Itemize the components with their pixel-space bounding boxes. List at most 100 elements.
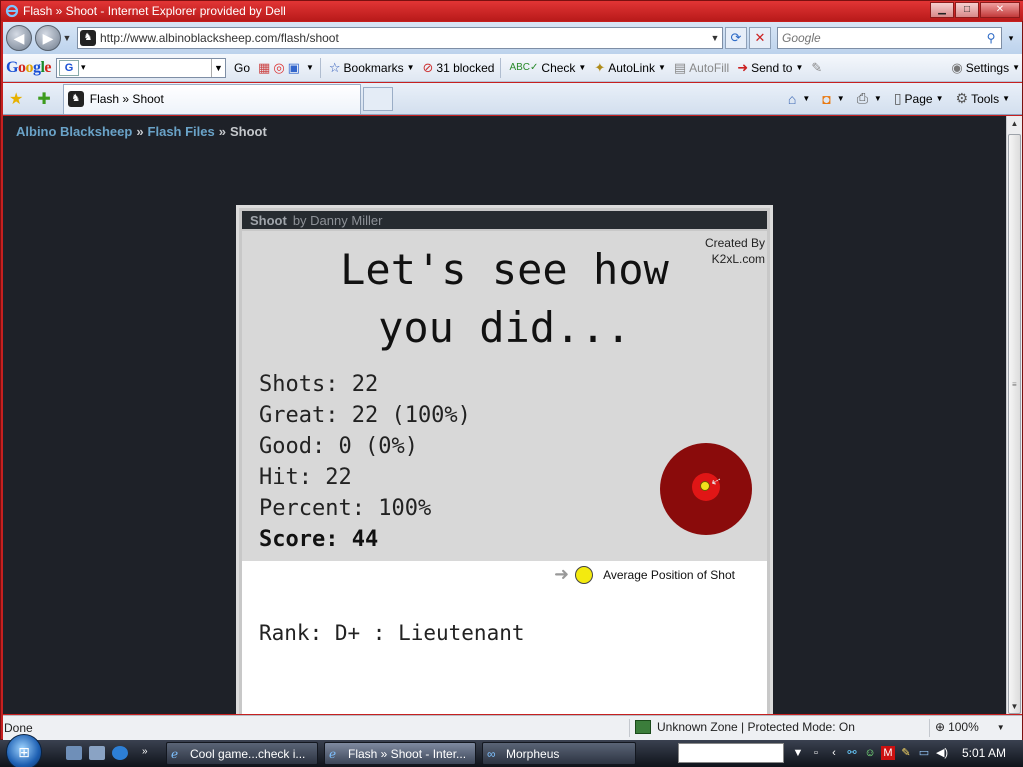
popup-blocker-button[interactable]: ⊘ 31 blocked [423, 60, 495, 76]
window-controls: ▁ □ ✕ [929, 2, 1020, 18]
ie-quicklaunch-icon[interactable] [112, 746, 128, 760]
zone-label: Unknown Zone | Protected Mode: On [657, 720, 855, 734]
show-desktop-icon[interactable] [66, 746, 82, 760]
settings-caret-icon: ▼ [1012, 63, 1020, 72]
home-caret-icon: ▼ [802, 94, 811, 103]
game-title: Shoot [250, 212, 287, 228]
ie-taskbar-icon: ℯ [171, 746, 179, 761]
stat-good: Good: 0 (0%) [259, 434, 418, 459]
search-icon[interactable]: ⚲ [981, 31, 1001, 45]
settings-button[interactable]: ◉ Settings ▼ [951, 60, 1020, 76]
scroll-up-arrow-icon[interactable]: ▲ [1007, 116, 1022, 131]
legend-label: Average Position of Shot [603, 567, 735, 582]
feeds-caret-icon: ▼ [836, 94, 845, 103]
stat-shots: Shots: 22 [259, 372, 379, 397]
minimize-button[interactable]: ▁ [930, 2, 954, 18]
search-box[interactable]: ⚲ [777, 27, 1002, 49]
address-url[interactable]: http://www.albinoblacksheep.com/flash/sh… [100, 31, 708, 45]
breadcrumb-section-link[interactable]: Flash Files [148, 124, 215, 139]
vertical-scrollbar[interactable]: ▲ ≡ ▼ [1006, 116, 1022, 714]
new-tab-button[interactable] [362, 86, 393, 111]
page-caret-icon: ▼ [935, 94, 944, 103]
page-menu[interactable]: ▯ Page ▼ [894, 90, 944, 107]
google-g-icon: G [59, 59, 80, 76]
status-text: Done [4, 721, 33, 735]
taskbar-address-input[interactable] [678, 743, 784, 763]
status-divider [929, 719, 930, 737]
security-zone[interactable]: Unknown Zone | Protected Mode: On [635, 720, 855, 734]
refresh-button[interactable]: ⟳ [725, 27, 747, 49]
add-favorites-icon[interactable]: ✚ [37, 89, 50, 109]
stop-button[interactable]: ✕ [749, 27, 771, 49]
game-author: by Danny Miller [292, 212, 383, 228]
zoom-control[interactable]: ⊕ 100% ▼ [935, 720, 1005, 734]
print-button[interactable]: ⎙ ▼ [857, 90, 882, 107]
google-options-caret-icon[interactable]: ▾ [81, 62, 86, 73]
tools-menu[interactable]: ⚙ Tools ▼ [956, 90, 1011, 107]
breadcrumb-site-link[interactable]: Albino Blacksheep [16, 124, 132, 139]
tray-mcafee-icon[interactable]: M [881, 746, 895, 760]
favorites-star-icon[interactable]: ★ [9, 89, 23, 109]
google-search-field[interactable]: G ▾ ▼ [56, 57, 227, 78]
close-button[interactable]: ✕ [980, 2, 1020, 18]
tray-monitor-icon[interactable]: ▭ [917, 746, 931, 760]
headline-line-2: you did... [378, 303, 631, 352]
home-button[interactable]: ⌂ ▼ [788, 91, 810, 107]
start-button[interactable]: ⊞ [6, 734, 42, 767]
swirl-icon: ◎ [273, 59, 285, 75]
tray-chevron-icon[interactable]: ‹ [827, 746, 841, 760]
search-input[interactable] [778, 31, 981, 45]
send-to-label: Send to [751, 60, 793, 75]
refresh-icon: ⟳ [730, 30, 742, 45]
recent-pages-dropdown[interactable]: ▼ [61, 28, 73, 48]
switch-windows-icon[interactable] [89, 746, 105, 760]
maximize-button[interactable]: □ [955, 2, 979, 18]
autolink-button[interactable]: ✦ AutoLink ▼ [594, 60, 666, 76]
taskbar-item[interactable]: ∞ Morpheus [482, 742, 636, 765]
toolbar-extra-buttons[interactable]: ▦ ◎ ▣ ▼ [258, 60, 314, 76]
back-button[interactable]: ◀ [6, 25, 32, 51]
back-arrow-icon: ◀ [13, 29, 25, 46]
tray-window-icon[interactable]: ▫ [809, 746, 823, 760]
tools-caret-icon: ▼ [1002, 94, 1010, 103]
address-bar[interactable]: ♞ http://www.albinoblacksheep.com/flash/… [77, 27, 723, 49]
google-go-button[interactable]: Go [234, 61, 250, 75]
stop-icon: ✕ [754, 30, 766, 45]
game-canvas[interactable]: Created By K2xL.com Let's see how you di… [242, 231, 767, 714]
tray-network-icon[interactable]: ⚯ [845, 746, 859, 760]
taskbar-clock[interactable]: 5:01 AM [962, 746, 1006, 760]
bookmarks-button[interactable]: ☆ Bookmarks ▼ [329, 60, 415, 76]
address-dropdown[interactable]: ▼ [708, 33, 722, 43]
average-shot-marker [700, 481, 710, 491]
tray-volume-icon[interactable]: ◀) [935, 746, 949, 760]
send-to-button[interactable]: ➜ Send to ▼ [737, 60, 803, 76]
stat-hit: Hit: 22 [259, 465, 352, 490]
page-icon: ▯ [893, 90, 902, 106]
google-search-dropdown[interactable]: ▼ [211, 58, 225, 77]
star-icon: ☆ [328, 59, 341, 75]
settings-label: Settings [965, 60, 1010, 75]
ie-taskbar-icon: ℯ [329, 746, 337, 761]
taskbar-item[interactable]: ℯ Flash » Shoot - Inter... [324, 742, 476, 765]
autofill-icon: ▤ [673, 59, 687, 75]
quicklaunch-overflow-icon[interactable]: » [142, 746, 152, 760]
tab-flash-shoot[interactable]: ♞ Flash » Shoot [62, 83, 361, 114]
feeds-button[interactable]: ◘ ▼ [822, 91, 844, 107]
spell-check-button[interactable]: ABC✓ Check ▼ [509, 61, 586, 75]
toolbar-divider [319, 57, 321, 78]
scroll-thumb[interactable]: ≡ [1008, 134, 1021, 714]
autofill-button[interactable]: ▤ AutoFill [674, 60, 729, 76]
scroll-down-arrow-icon[interactable]: ▼ [1007, 699, 1022, 714]
search-dropdown[interactable]: ▾ [1004, 27, 1018, 49]
bookmarks-caret-icon: ▼ [406, 63, 415, 72]
headline-line-1: Let's see how [340, 245, 669, 294]
title-bar: Flash » Shoot - Internet Explorer provid… [1, 1, 1023, 21]
tray-messenger-icon[interactable]: ☺ [863, 746, 877, 760]
taskbar-item[interactable]: ℯ Cool game...check i... [166, 742, 318, 765]
tray-app-icon[interactable]: ✎ [899, 746, 913, 760]
highlighter-button[interactable]: ✎ [811, 60, 825, 76]
tray-dropdown-icon[interactable]: ▼ [791, 746, 805, 760]
forward-button[interactable]: ▶ [35, 25, 61, 51]
tab-label: Flash » Shoot [89, 92, 164, 106]
home-icon: ⌂ [787, 90, 797, 107]
